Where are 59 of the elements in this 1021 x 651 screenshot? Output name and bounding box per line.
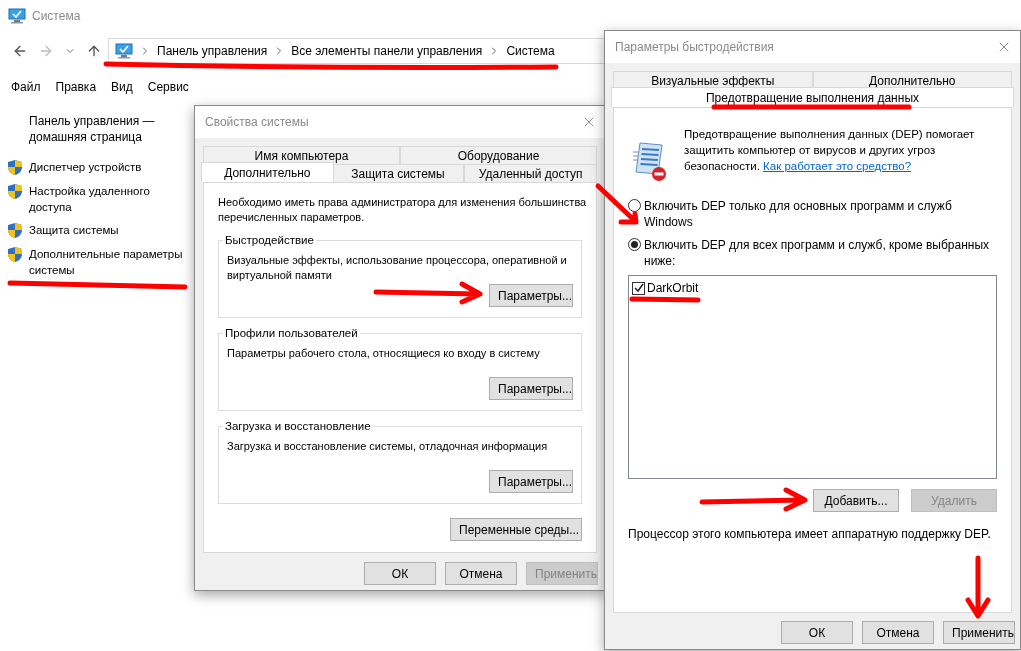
back-icon[interactable] bbox=[12, 43, 28, 59]
window-title: Параметры быстродействия bbox=[615, 39, 774, 56]
tab[interactable]: Удаленный доступ bbox=[464, 164, 597, 182]
tab[interactable]: Защита системы bbox=[331, 164, 465, 182]
group-description: Параметры рабочего стола, относящиеся ко входу в систему bbox=[227, 346, 541, 361]
tab[interactable]: Дополнительно bbox=[201, 162, 334, 182]
tab[interactable]: Предотвращение выполнения данных bbox=[611, 87, 1014, 107]
sidebar-link[interactable]: Дополнительные параметры системы bbox=[29, 246, 194, 278]
intro-text: Необходимо иметь права администратора для изменения большинства перечисленных параметров. bbox=[218, 195, 588, 225]
sidebar-link[interactable]: Защита системы bbox=[29, 222, 119, 238]
environment-button[interactable]: Переменные среды... bbox=[450, 518, 582, 541]
annotation-arrow bbox=[965, 555, 991, 619]
dialog-button[interactable]: ОК bbox=[364, 562, 436, 585]
dialog-button[interactable]: Отмена bbox=[445, 562, 517, 585]
breadcrumb-item[interactable]: Все элементы панели управления bbox=[291, 42, 483, 60]
sidebar-link[interactable]: Диспетчер устройств bbox=[29, 159, 142, 175]
dialog-button[interactable]: ОК bbox=[781, 621, 853, 644]
breadcrumb-item[interactable]: Система bbox=[506, 42, 555, 60]
radio-button[interactable] bbox=[628, 199, 641, 212]
tab[interactable]: Оборудование bbox=[400, 146, 597, 164]
list-button[interactable]: Добавить... bbox=[813, 489, 899, 512]
help-link[interactable]: Как работает это средство? bbox=[763, 160, 912, 172]
group-title: Быстродействие bbox=[223, 233, 316, 248]
up-icon[interactable] bbox=[86, 43, 102, 59]
home-link[interactable]: Панель управления — домашняя страница bbox=[7, 113, 194, 145]
shield-icon bbox=[7, 159, 23, 176]
shield-icon bbox=[7, 246, 23, 263]
dialog-button[interactable]: Применить bbox=[943, 621, 1015, 644]
tab[interactable]: Имя компьютера bbox=[203, 146, 400, 164]
menu-item[interactable]: Правка bbox=[55, 78, 97, 96]
annotation-arrow bbox=[595, 183, 639, 225]
radio-button[interactable] bbox=[628, 238, 641, 251]
computer-icon bbox=[8, 8, 26, 24]
document-block-icon bbox=[632, 140, 668, 182]
group-title: Профили пользователей bbox=[223, 326, 360, 341]
menu-item[interactable]: Файл bbox=[11, 78, 41, 96]
settings-button[interactable]: Параметры... bbox=[489, 377, 573, 400]
settings-button[interactable]: Параметры... bbox=[489, 470, 573, 493]
group-description: Визуальные эффекты, использование процессора, оперативной и виртуальной памяти bbox=[227, 253, 568, 283]
group-description: Загрузка и восстановление системы, отладочная информация bbox=[227, 439, 549, 454]
menu-item[interactable]: Вид bbox=[111, 78, 133, 96]
settings-button[interactable]: Параметры... bbox=[489, 284, 573, 307]
hardware-note: Процессор этого компьютера имеет аппаратную поддержку DEP. bbox=[628, 526, 992, 543]
group-title: Загрузка и восстановление bbox=[223, 419, 373, 434]
window-title: Система bbox=[32, 8, 81, 25]
annotation-underline bbox=[629, 296, 701, 303]
menu-item[interactable]: Сервис bbox=[147, 78, 189, 96]
dep-description: Предотвращение выполнения данных (DEP) помогает защитить компьютер от вирусов и других угроз безопасности. Как работает это средство? bbox=[684, 127, 976, 174]
radio-label[interactable]: Включить DEP для всех программ и служб, кроме выбранных ниже: bbox=[644, 237, 997, 269]
shield-icon bbox=[7, 222, 23, 239]
checkbox[interactable] bbox=[632, 281, 645, 295]
breadcrumb-item[interactable]: Панель управления bbox=[157, 42, 268, 60]
sidebar-link[interactable]: Настройка удаленного доступа bbox=[29, 183, 194, 215]
radio-label[interactable]: Включить DEP только для основных программ и служб Windows bbox=[644, 198, 997, 230]
window-title: Свойства системы bbox=[205, 114, 309, 131]
monitor-icon bbox=[115, 43, 133, 59]
shield-icon bbox=[7, 183, 23, 200]
dialog-button[interactable]: Отмена bbox=[862, 621, 934, 644]
list-item-label[interactable]: DarkOrbit bbox=[647, 279, 699, 297]
